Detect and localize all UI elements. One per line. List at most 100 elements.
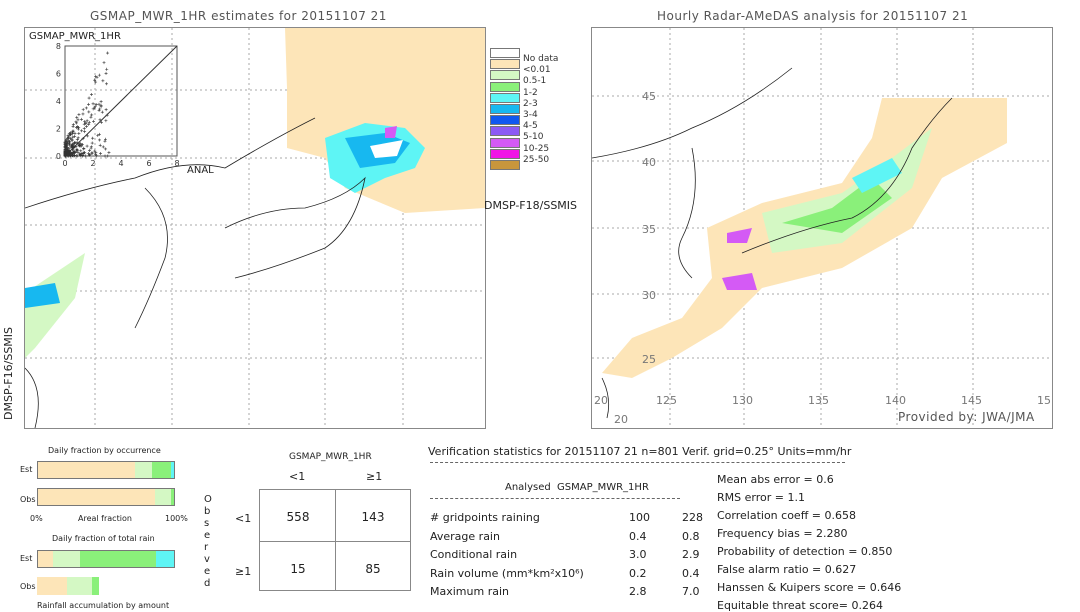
- score-line: RMS error = 1.1: [717, 491, 805, 504]
- scatter-point: [102, 61, 106, 65]
- legend-label: 10-25: [523, 143, 550, 154]
- observed-label: Observed: [204, 494, 212, 590]
- x-tick: 4: [118, 159, 123, 168]
- col-ge: ≥1: [366, 470, 383, 483]
- legend-label: 25-50: [523, 154, 550, 165]
- cell-lt-lt: 558: [286, 510, 310, 524]
- legend-label: 0.5-1: [523, 76, 547, 87]
- legend-label: 4-5: [523, 121, 538, 132]
- scatter-point: [99, 100, 103, 104]
- observed-letter: e: [204, 566, 211, 577]
- score-line: Equitable threat score= 0.264: [717, 599, 883, 612]
- verification-figure: GSMAP_MWR_1HR estimates for 20151107 21 …: [0, 0, 1080, 612]
- score-line: Correlation coeff = 0.658: [717, 509, 856, 522]
- stat-label: Maximum rain: [430, 585, 509, 598]
- scatter-point: [73, 131, 77, 135]
- scatter-point: [92, 119, 96, 123]
- scatter-point: [104, 119, 108, 123]
- col-lt: <1: [289, 470, 306, 483]
- stat-gsmap: 0.8: [682, 529, 700, 543]
- axis-left: 0%: [30, 514, 43, 523]
- scatter-point: [84, 154, 88, 158]
- scatter-point: [85, 125, 89, 129]
- left-map: GSMAP_MWR_1HR 00 2 2 4 4 6 6 8 8 ANAL: [24, 27, 486, 429]
- scatter-point: [98, 143, 102, 147]
- bar-segment: [156, 551, 174, 567]
- right-map: 45 40 35 30 25 125 130 135 140 145 15 20 20 Provi…: [591, 27, 1053, 429]
- left-panel-title: GSMAP_MWR_1HR estimates for 20151107 21: [90, 9, 387, 23]
- scatter-point: [98, 138, 102, 142]
- bar-segment: [80, 551, 157, 567]
- occ-obs-label: Obs: [20, 495, 36, 504]
- bar-segment: [67, 577, 93, 595]
- stat-label: # gridpoints raining: [430, 511, 540, 524]
- stat-analysed: 0.2: [629, 566, 647, 580]
- total-obs-bar: [37, 577, 175, 595]
- cell-ge-ge: 85: [365, 562, 381, 576]
- scatter-point: [90, 141, 94, 145]
- bar-segment: [171, 489, 174, 505]
- lat-tick: 30: [642, 289, 656, 302]
- observed-letter: e: [204, 530, 211, 541]
- legend-swatch: [490, 126, 520, 137]
- observed-letter: b: [204, 506, 211, 517]
- corner-label-lon: 20: [594, 394, 608, 407]
- scatter-point: [89, 92, 93, 96]
- row-lt: <1: [235, 512, 252, 525]
- lon-tick: 15: [1037, 394, 1051, 407]
- right-panel-title: Hourly Radar-AMeDAS analysis for 2015110…: [657, 9, 969, 23]
- bar-segment: [37, 577, 68, 595]
- contingency-table: 558 143 15 85: [259, 489, 411, 591]
- one-to-one-line: [64, 45, 178, 157]
- lat-tick: 35: [642, 223, 656, 236]
- legend-swatch: [490, 104, 520, 114]
- score-line: Probability of detection = 0.850: [717, 545, 893, 558]
- scatter-point: [84, 106, 88, 110]
- y-tick: 4: [56, 97, 61, 106]
- scatter-point: [83, 130, 87, 134]
- scatter-point: [71, 124, 75, 128]
- scatter-point: [101, 79, 105, 83]
- legend-label: 1-2: [523, 87, 538, 98]
- legend-swatch: [490, 160, 520, 170]
- lon-tick: 130: [732, 394, 753, 407]
- scatter-point: [106, 154, 110, 158]
- observed-letter: d: [204, 578, 211, 589]
- scatter-point: [104, 71, 108, 75]
- x-tick: 0: [62, 159, 67, 168]
- cell-ge-lt: 15: [290, 562, 306, 576]
- stat-gsmap: 228: [682, 511, 703, 524]
- legend-label: 2-3: [523, 98, 538, 109]
- bar-segment: [92, 577, 100, 595]
- scatter-point: [89, 115, 93, 119]
- scatter-point: [103, 154, 107, 158]
- observed-letter: v: [204, 554, 210, 565]
- scatter-point: [71, 123, 75, 127]
- legend-swatch: [490, 148, 520, 159]
- bar-segment: [134, 462, 153, 478]
- scatter-point: [107, 151, 111, 155]
- scatter-point: [105, 67, 109, 71]
- scatter-title: GSMAP_MWR_1HR: [29, 31, 121, 42]
- scatter-point: [97, 73, 101, 77]
- score-line: Mean abs error = 0.6: [717, 473, 834, 486]
- lat-tick: 25: [642, 353, 656, 366]
- corner-label-lat: 20: [614, 413, 628, 426]
- bar-segment: [38, 489, 155, 505]
- y-tick: 8: [56, 43, 61, 51]
- legend-swatch: [490, 81, 520, 92]
- scatter-point: [105, 82, 109, 86]
- stat-gsmap: 0.4: [682, 566, 700, 580]
- lon-tick: 135: [808, 394, 829, 407]
- lat-tick: 40: [642, 156, 656, 169]
- stat-label: Rain volume (mm*km²x10⁶): [430, 566, 584, 580]
- scatter-point: [87, 96, 91, 100]
- scatter-point: [80, 129, 84, 133]
- scatter-point: [97, 108, 101, 112]
- accum-label: Rainfall accumulation by amount: [37, 601, 170, 610]
- stat-gsmap: 7.0: [682, 585, 700, 598]
- scatter-point: [87, 110, 91, 114]
- scatter-point: [104, 137, 108, 141]
- legend-label: No data: [523, 54, 559, 64]
- stat-gsmap: 2.9: [682, 548, 700, 561]
